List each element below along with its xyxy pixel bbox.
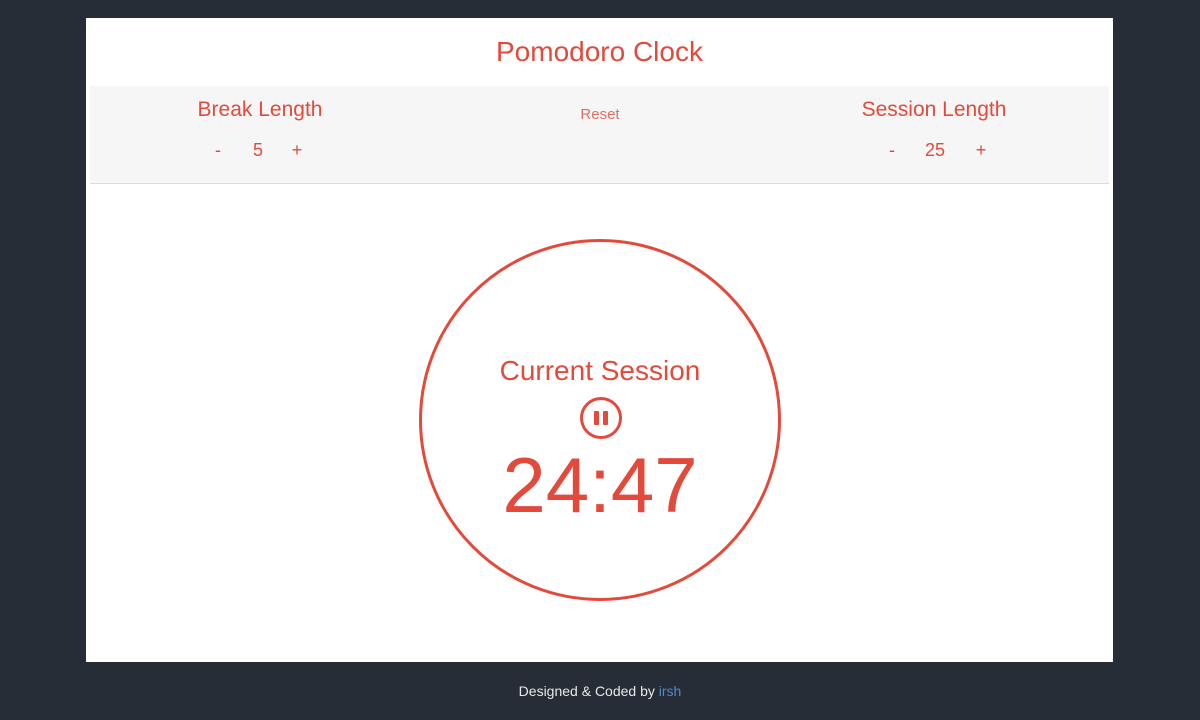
pause-bar-right <box>603 411 608 425</box>
footer-credit: Designed & Coded by irsh <box>0 683 1200 699</box>
session-length-value: 25 <box>924 140 946 160</box>
session-length-label: Session Length <box>861 98 1007 121</box>
session-decrement-button[interactable]: - <box>879 140 905 161</box>
break-increment-button[interactable]: + <box>284 140 310 161</box>
break-length-label: Break Length <box>197 98 323 121</box>
current-session-label: Current Session <box>499 355 701 386</box>
break-decrement-button[interactable]: - <box>205 140 231 161</box>
timer-display: 24:47 <box>502 441 698 529</box>
timer-circle[interactable]: Current Session 24:47 <box>419 239 781 601</box>
footer-text: Designed & Coded by <box>518 683 659 699</box>
page-title: Pomodoro Clock <box>496 36 703 67</box>
length-controls: Break Length - 5 + Reset Session Length … <box>90 86 1109 184</box>
pomodoro-card: Pomodoro Clock Break Length - 5 + Reset … <box>86 18 1113 662</box>
pause-bar-left <box>594 411 599 425</box>
pause-icon[interactable] <box>580 397 622 439</box>
break-length-value: 5 <box>252 140 263 160</box>
reset-button[interactable]: Reset <box>550 106 650 123</box>
author-link[interactable]: irsh <box>659 683 682 699</box>
session-increment-button[interactable]: + <box>968 140 994 161</box>
